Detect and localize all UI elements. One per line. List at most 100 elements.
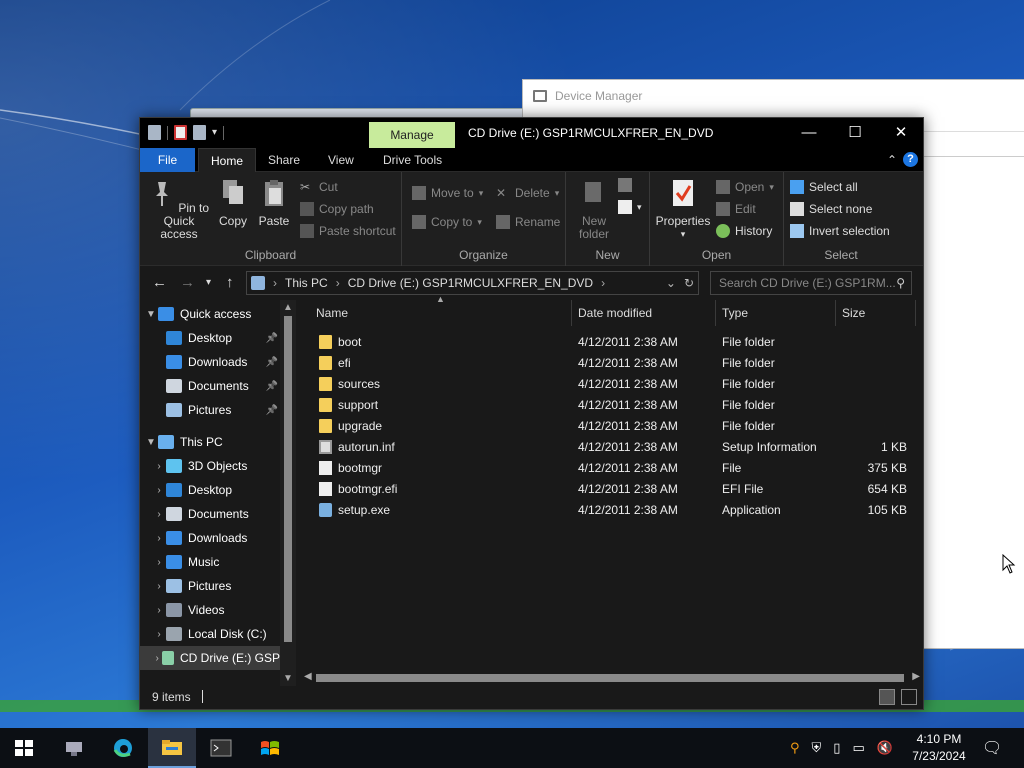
scroll-right-icon[interactable]: ▶ bbox=[912, 671, 920, 682]
chevron-right-icon[interactable]: › bbox=[152, 557, 166, 568]
properties-button[interactable]: Properties ▾ bbox=[654, 178, 712, 241]
scroll-thumb[interactable] bbox=[284, 316, 292, 642]
large-icons-view-button[interactable] bbox=[901, 689, 917, 705]
new-folder-qat-icon[interactable] bbox=[193, 125, 206, 140]
paste-button[interactable]: Paste bbox=[254, 178, 294, 228]
breadcrumb-chevron-icon[interactable]: › bbox=[336, 276, 340, 290]
file-row[interactable]: upgrade 4/12/2011 2:38 AM File folder bbox=[300, 416, 915, 437]
navigation-scrollbar[interactable]: ▲ ▼ bbox=[280, 300, 296, 686]
select-none-button[interactable]: Select none bbox=[790, 202, 872, 216]
nav-item[interactable]: › CD Drive (E:) GSP bbox=[140, 646, 280, 670]
file-row[interactable]: bootmgr.efi 4/12/2011 2:38 AM EFI File 654 … bbox=[300, 479, 915, 500]
nav-item[interactable]: Downloads 📌 bbox=[140, 350, 280, 374]
properties-qat-icon[interactable] bbox=[174, 125, 187, 140]
chevron-right-icon[interactable]: › bbox=[152, 509, 166, 520]
device-manager-titlebar[interactable]: Device Manager bbox=[523, 80, 1024, 112]
rename-button[interactable]: Rename bbox=[496, 215, 560, 229]
file-row[interactable]: efi 4/12/2011 2:38 AM File folder bbox=[300, 353, 915, 374]
select-all-button[interactable]: Select all bbox=[790, 180, 858, 194]
nav-item[interactable]: › 3D Objects bbox=[140, 454, 280, 478]
chevron-right-icon[interactable]: › bbox=[152, 629, 166, 640]
scroll-down-icon[interactable]: ▼ bbox=[283, 673, 293, 684]
nav-item[interactable]: ▼ This PC bbox=[140, 430, 280, 454]
edit-button[interactable]: Edit bbox=[716, 202, 756, 216]
maximize-button[interactable]: ☐ bbox=[832, 118, 878, 148]
copy-path-button[interactable]: Copy path bbox=[300, 202, 374, 216]
tab-file[interactable]: File bbox=[140, 148, 195, 172]
taskbar-network-app[interactable] bbox=[50, 728, 98, 768]
notification-button[interactable]: 🗨 bbox=[982, 728, 1002, 768]
taskbar-edge[interactable] bbox=[99, 728, 147, 768]
nav-item[interactable]: Pictures 📌 bbox=[140, 398, 280, 422]
horizontal-scrollbar[interactable]: ◀ ▶ bbox=[300, 670, 922, 686]
nav-item[interactable]: Desktop 📌 bbox=[140, 326, 280, 350]
help-icon[interactable]: ? bbox=[903, 152, 918, 167]
chevron-right-icon[interactable]: › bbox=[152, 605, 166, 616]
clock[interactable]: 4:10 PM 7/23/2024 bbox=[900, 731, 978, 765]
nav-item[interactable]: › Downloads bbox=[140, 526, 280, 550]
move-to-button[interactable]: Move to ▾ bbox=[412, 186, 483, 200]
nav-item[interactable]: › Music bbox=[140, 550, 280, 574]
file-row[interactable]: sources 4/12/2011 2:38 AM File folder bbox=[300, 374, 915, 395]
navigation-pane[interactable]: ▼ Quick access Desktop 📌 Downloads 📌 Documents… bbox=[140, 300, 296, 686]
chevron-right-icon[interactable]: › bbox=[152, 533, 166, 544]
forward-button[interactable]: → bbox=[180, 274, 195, 291]
file-row[interactable]: bootmgr 4/12/2011 2:38 AM File 375 KB bbox=[300, 458, 915, 479]
up-button[interactable]: ↑ bbox=[226, 274, 234, 291]
easy-access-button[interactable]: ▾ bbox=[618, 200, 642, 214]
nav-item[interactable]: › Videos bbox=[140, 598, 280, 622]
recent-locations-button[interactable]: ▾ bbox=[206, 277, 211, 288]
breadcrumb-this-pc[interactable]: This PC bbox=[285, 276, 328, 290]
taskbar-file-explorer[interactable] bbox=[148, 728, 196, 768]
volume-muted-icon[interactable]: 🔇 bbox=[877, 740, 893, 756]
tab-share[interactable]: Share bbox=[256, 148, 312, 172]
search-box[interactable]: Search CD Drive (E:) GSP1RM... ⚲ bbox=[710, 271, 912, 295]
chevron-down-icon[interactable]: ▼ bbox=[144, 309, 158, 320]
nav-item[interactable]: Documents 📌 bbox=[140, 374, 280, 398]
start-button[interactable] bbox=[0, 728, 48, 768]
file-row[interactable]: boot 4/12/2011 2:38 AM File folder bbox=[300, 332, 915, 353]
manage-context-tab[interactable]: Manage bbox=[369, 122, 455, 148]
chevron-down-icon[interactable]: ▼ bbox=[144, 437, 158, 448]
nav-item[interactable]: ▼ Quick access bbox=[140, 302, 280, 326]
tab-view[interactable]: View bbox=[316, 148, 366, 172]
pin-to-quick-access-button[interactable]: Pin to Quick access bbox=[144, 178, 214, 241]
tab-home[interactable]: Home bbox=[198, 148, 257, 172]
chevron-right-icon[interactable]: › bbox=[152, 581, 166, 592]
file-list[interactable]: ▲ Name Date modified Type Size boot 4/12/… bbox=[300, 294, 922, 686]
minimize-button[interactable]: — bbox=[786, 118, 832, 148]
chevron-right-icon[interactable]: › bbox=[152, 461, 166, 472]
chevron-right-icon[interactable]: › bbox=[152, 653, 162, 664]
paste-shortcut-button[interactable]: Paste shortcut bbox=[300, 224, 396, 238]
details-view-button[interactable] bbox=[879, 689, 895, 705]
nav-item[interactable]: › Pictures bbox=[140, 574, 280, 598]
scroll-thumb[interactable] bbox=[316, 674, 904, 682]
refresh-icon[interactable]: ↻ bbox=[684, 276, 694, 290]
usb-icon[interactable]: ▯ bbox=[833, 740, 840, 756]
customize-qat-icon[interactable]: ▾ bbox=[212, 127, 217, 138]
search-tray-icon[interactable]: ⚲ bbox=[790, 740, 800, 756]
cut-button[interactable]: ✂ Cut bbox=[300, 180, 338, 194]
network-tray-icon[interactable]: ▭ bbox=[852, 740, 864, 756]
scroll-up-icon[interactable]: ▲ bbox=[283, 302, 293, 313]
nav-item[interactable]: › Local Disk (C:) bbox=[140, 622, 280, 646]
address-dropdown-icon[interactable]: ⌄ bbox=[666, 276, 676, 290]
tab-drive-tools[interactable]: Drive Tools bbox=[371, 148, 454, 172]
copy-button[interactable]: Copy bbox=[216, 178, 250, 228]
chevron-right-icon[interactable]: › bbox=[152, 485, 166, 496]
file-explorer-window[interactable]: ▾ Manage CD Drive (E:) GSP1RMCULXFRER_EN… bbox=[139, 117, 924, 710]
defender-icon[interactable]: ⛨ bbox=[812, 740, 822, 756]
column-name[interactable]: Name bbox=[310, 300, 572, 326]
file-row[interactable]: support 4/12/2011 2:38 AM File folder bbox=[300, 395, 915, 416]
new-folder-button[interactable]: New folder bbox=[574, 178, 614, 241]
taskbar-terminal[interactable] bbox=[197, 728, 245, 768]
new-item-button[interactable] bbox=[618, 178, 632, 192]
nav-item[interactable]: › Documents bbox=[140, 502, 280, 526]
collapse-ribbon-icon[interactable]: ⌃ bbox=[887, 153, 897, 167]
column-type[interactable]: Type bbox=[716, 300, 836, 326]
column-size[interactable]: Size bbox=[836, 300, 916, 326]
history-button[interactable]: History bbox=[716, 224, 772, 238]
copy-to-button[interactable]: Copy to ▾ bbox=[412, 215, 482, 229]
file-row[interactable]: setup.exe 4/12/2011 2:38 AM Application 105… bbox=[300, 500, 915, 521]
close-button[interactable]: ✕ bbox=[878, 118, 924, 148]
